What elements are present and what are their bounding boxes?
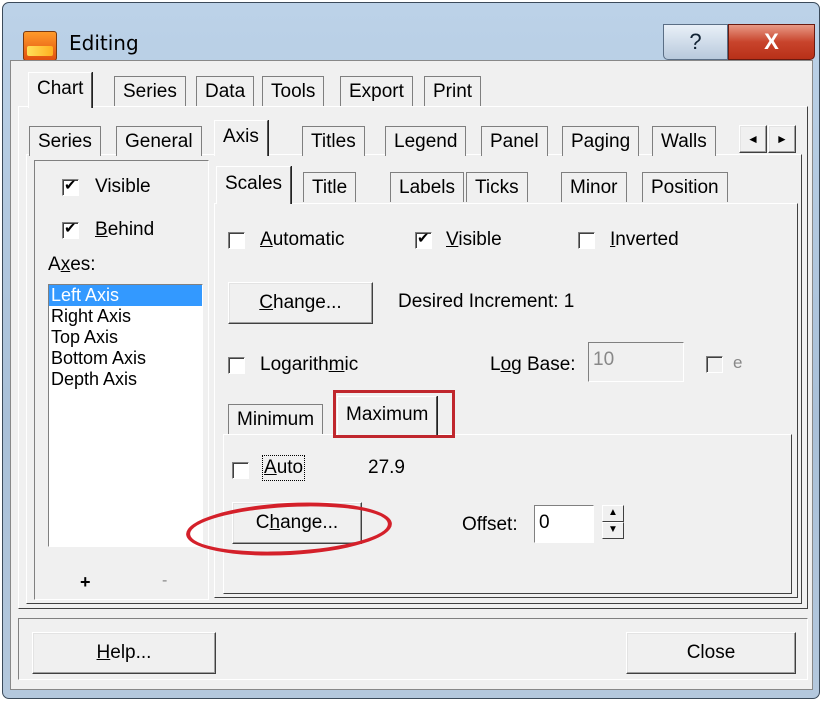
title-close-button[interactable]: X [728,24,815,60]
visible-label: Visible [95,176,151,197]
automatic-label: Automatic [260,229,345,250]
tab-scroll-right-button[interactable]: ► [768,125,796,153]
automatic-checkbox[interactable] [228,232,245,249]
tab-export[interactable]: Export [340,76,413,106]
close-button[interactable]: Close [626,632,796,674]
behind-label: Behind [95,219,155,240]
tab-labels[interactable]: Labels [390,172,464,202]
auto-checkbox[interactable] [232,462,249,479]
visible-checkbox[interactable] [62,176,79,196]
e-checkbox[interactable] [706,356,723,373]
tab-walls[interactable]: Walls [652,126,716,156]
list-item[interactable]: Depth Axis [49,369,202,390]
inverted-checkbox[interactable] [578,232,595,249]
title-help-button[interactable]: ? [663,24,728,60]
help-button[interactable]: Help... [32,632,216,674]
tab-panel[interactable]: Panel [481,126,548,156]
log-base-label: Log Base: [490,354,576,375]
tab-titles[interactable]: Titles [302,126,365,156]
app-icon [23,31,57,61]
logarithmic-label: Logarithmic [260,354,359,375]
tab-minimum[interactable]: Minimum [228,404,324,434]
tab-data[interactable]: Data [196,76,255,106]
desired-increment-text: Desired Increment: 1 [398,291,575,312]
maximum-value: 27.9 [368,457,405,478]
tab-tools[interactable]: Tools [262,76,325,106]
list-item[interactable]: Left Axis [49,285,202,306]
list-item[interactable]: Right Axis [49,306,202,327]
add-axis-button[interactable]: + [80,572,91,593]
e-label: e [733,353,743,372]
axes-listbox[interactable]: Left Axis Right Axis Top Axis Bottom Axi… [48,284,203,547]
tab-series-top[interactable]: Series [114,76,186,106]
tab-scales[interactable]: Scales [216,166,292,204]
spin-down-icon[interactable]: ▼ [602,522,624,539]
spin-up-icon[interactable]: ▲ [602,505,624,522]
tab-legend[interactable]: Legend [385,126,467,156]
list-item[interactable]: Bottom Axis [49,348,202,369]
behind-checkbox[interactable] [62,219,79,239]
axis-visible-checkbox[interactable] [415,229,432,249]
tab-scroll-left-button[interactable]: ◄ [739,125,767,153]
tab-axis[interactable]: Axis [214,120,268,156]
change-scale-button[interactable]: Change... [228,282,373,324]
tab-minor[interactable]: Minor [561,172,627,202]
maximum-tab-highlight [333,390,455,438]
tab-chart[interactable]: Chart [28,72,93,108]
tab-paging[interactable]: Paging [562,126,640,156]
logarithmic-checkbox[interactable] [228,357,245,374]
tab-position[interactable]: Position [642,172,728,202]
offset-field[interactable]: 0 [534,505,594,543]
tab-print[interactable]: Print [424,76,482,106]
auto-label: Auto [261,455,306,481]
offset-label: Offset: [462,514,518,535]
tab-series[interactable]: Series [29,126,101,156]
window-title: Editing [69,31,139,55]
axes-label: Axes: [48,254,96,275]
offset-spinner[interactable]: ▲ ▼ [602,505,624,541]
list-item[interactable]: Top Axis [49,327,202,348]
axis-visible-label: Visible [446,229,502,250]
log-base-field[interactable]: 10 [588,342,684,382]
inverted-label: Inverted [610,229,679,250]
tab-axis-title[interactable]: Title [303,172,357,202]
remove-axis-button[interactable]: - [162,572,167,590]
tab-ticks[interactable]: Ticks [466,172,528,202]
tab-general[interactable]: General [116,126,202,156]
